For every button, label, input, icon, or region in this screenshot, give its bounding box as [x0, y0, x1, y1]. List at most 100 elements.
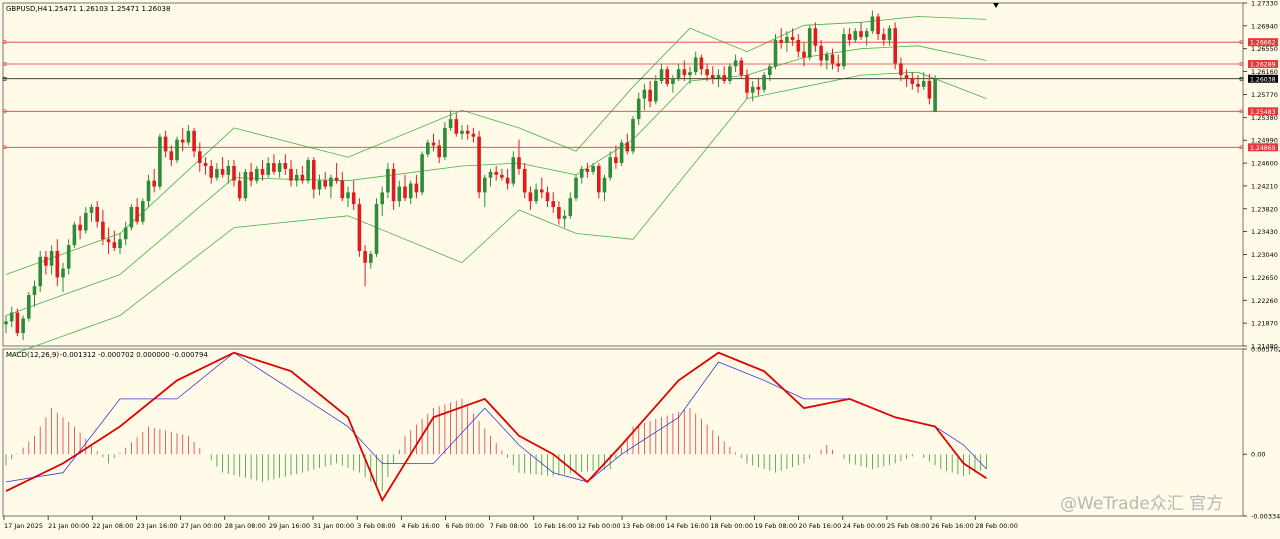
bear-candle [249, 171, 253, 181]
time-tick-label: 22 Jan 08:00 [92, 522, 133, 530]
bear-candle [300, 174, 305, 181]
bear-candle [209, 165, 213, 178]
bull-candle [369, 253, 373, 263]
chart-svg[interactable]: GBPUSD,H4 1.25471 1.26103 1.25471 1.2603… [0, 0, 1280, 535]
bull-candle [72, 224, 77, 246]
time-tick-label: 24 Feb 00:00 [843, 522, 886, 530]
bear-candle [722, 75, 726, 81]
bear-candle [847, 34, 852, 40]
bull-candle [870, 16, 875, 32]
bear-candle [899, 63, 903, 76]
bull-candle [733, 60, 738, 67]
time-tick-label: 28 Jan 08:00 [225, 522, 266, 530]
bear-candle [882, 34, 886, 40]
bear-candle [540, 189, 544, 193]
bear-candle [494, 171, 498, 175]
bear-candle [796, 39, 801, 52]
macd-values-readout: -0.001312 -0.000702 0.000000 -0.000794 [60, 351, 208, 359]
bull-candle [659, 69, 664, 81]
price-tick-label: 1.24990 [1251, 137, 1278, 145]
bear-candle [705, 69, 709, 76]
bear-candle [648, 89, 652, 102]
bear-candle [192, 130, 196, 152]
time-tick-label: 26 Feb 16:00 [931, 522, 974, 530]
bull-candle [4, 321, 8, 325]
bull-candle [636, 98, 641, 120]
bear-candle [15, 312, 20, 334]
bear-candle [95, 207, 99, 222]
bear-candle [152, 180, 156, 187]
bear-candle [351, 192, 356, 205]
bear-candle [916, 83, 920, 87]
bear-candle [477, 136, 481, 193]
bear-candle [431, 142, 436, 146]
bear-candle [836, 63, 840, 67]
bull-candle [716, 75, 721, 79]
bear-candle [585, 168, 590, 172]
bear-candle [106, 239, 111, 243]
bear-candle [505, 177, 510, 184]
bull-candle [671, 78, 675, 84]
bull-candle [123, 227, 128, 240]
bull-candle [374, 204, 379, 254]
bear-candle [169, 151, 174, 161]
bull-candle [294, 174, 299, 181]
bull-candle [864, 31, 869, 38]
bear-candle [260, 168, 265, 175]
macd-indicator-label: MACD(12,26,9) [6, 351, 59, 359]
bear-candle [802, 51, 806, 58]
bear-candle [357, 204, 362, 252]
time-tick-label: 31 Jan 00:00 [313, 522, 354, 530]
bull-candle [579, 168, 584, 178]
price-tick-label: 1.25770 [1251, 91, 1278, 99]
bull-candle [215, 168, 219, 178]
bear-candle [44, 256, 48, 266]
bull-candle [386, 168, 390, 193]
bull-candle [534, 189, 538, 202]
time-tick-label: 25 Feb 08:00 [887, 522, 930, 530]
time-tick-label: 17 Jan 2025 [4, 522, 43, 530]
bear-candle [220, 168, 225, 175]
bear-candle [614, 157, 618, 164]
ohlc-readout: 1.25471 1.26103 1.25471 1.26038 [48, 5, 170, 13]
bear-candle [779, 39, 783, 43]
bull-candle [38, 256, 42, 287]
bear-candle [465, 130, 470, 134]
time-tick-label: 7 Feb 08:00 [490, 522, 529, 530]
bear-candle [272, 163, 276, 172]
bull-candle [175, 139, 179, 161]
symbol-timeframe-label: GBPUSD,H4 [6, 5, 48, 13]
bull-candle [762, 75, 766, 90]
bull-candle [488, 171, 493, 178]
bull-candle [654, 80, 658, 102]
bear-candle [312, 160, 316, 190]
bear-candle [391, 168, 396, 202]
bear-candle [739, 60, 744, 76]
bear-candle [517, 157, 521, 169]
macd-tick-label: 0.005702 [1251, 346, 1280, 354]
price-tick-label: 1.25380 [1251, 114, 1278, 122]
time-tick-label: 19 Feb 08:00 [754, 522, 797, 530]
bull-candle [448, 119, 453, 128]
bull-candle [619, 142, 624, 164]
bull-candle [574, 177, 578, 199]
chart-background [0, 0, 1280, 535]
bear-candle [756, 86, 761, 90]
macd-tick-label: 0.00 [1251, 451, 1265, 459]
bull-candle [825, 54, 829, 61]
bear-candle [597, 165, 601, 193]
bear-candle [232, 165, 236, 181]
bear-candle [682, 69, 687, 76]
bear-candle [500, 174, 504, 178]
bear-candle [927, 80, 932, 99]
bear-candle [522, 168, 527, 193]
bull-candle [511, 157, 516, 184]
price-level-tag-label: 1.24869 [1250, 145, 1276, 152]
time-tick-label: 29 Jan 16:00 [269, 522, 310, 530]
bear-candle [528, 192, 533, 202]
bear-candle [334, 177, 339, 181]
price-tick-label: 1.23430 [1251, 228, 1278, 236]
macd-tick-label: -0.003349 [1251, 513, 1280, 521]
bull-candle [676, 69, 681, 79]
bull-candle [243, 171, 248, 199]
